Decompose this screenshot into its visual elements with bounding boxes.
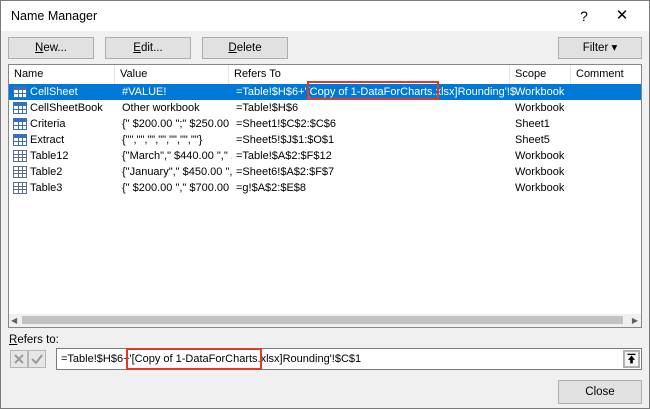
refers-to-input[interactable]: =Table!$H$6+'[Copy of 1-DataForCharts.xl… <box>56 348 642 370</box>
comment-cell <box>577 84 637 100</box>
column-header-value[interactable]: Value <box>115 65 229 85</box>
column-header-scope[interactable]: Scope <box>510 65 571 85</box>
refers-to-cell: =Sheet6!$A$2:$F$7 <box>236 166 335 178</box>
new-button[interactable]: New... <box>8 37 94 59</box>
comment-cell <box>577 148 637 164</box>
refers-to-label: Refers to: <box>9 334 59 346</box>
comment-cell <box>577 164 637 180</box>
refers-to-cell: =Table!$H$6+'[Copy of 1-DataForCharts.xl… <box>236 86 516 98</box>
table-row[interactable]: Table2 {"January"," $450.00 ",... =Sheet6!… <box>9 164 641 180</box>
value-cell: {"March"," $440.00 "," ... <box>122 150 232 162</box>
table-row[interactable]: Table3 {" $200.00 "," $700.00 ... =g!$A$2:… <box>9 180 641 196</box>
cancel-edit-icon[interactable] <box>10 350 28 368</box>
name-manager-dialog: Name Manager ? ✕ New... Edit... Delete F… <box>0 0 650 409</box>
table-icon <box>13 118 27 130</box>
list-header: Name Value Refers To Scope Comment <box>9 65 641 86</box>
edit-button-label: dit... <box>140 42 163 54</box>
scope-cell: Sheet1 <box>515 118 550 130</box>
value-cell: {" $200.00 "," $700.00 ... <box>122 182 232 194</box>
confirm-edit-icon[interactable] <box>28 350 46 368</box>
names-list[interactable]: Name Value Refers To Scope Comment CellS… <box>8 64 642 328</box>
scope-cell: Workbook <box>515 166 565 178</box>
scope-cell: Workbook <box>515 86 565 98</box>
table-row[interactable]: CellSheet #VALUE! =Table!$H$6+'[Copy of 1-… <box>9 84 641 100</box>
name-cell: Criteria <box>30 118 66 130</box>
name-cell: CellSheet <box>30 86 78 98</box>
value-cell: Other workbook <box>122 102 200 114</box>
title-bar: Name Manager ? ✕ <box>1 1 649 31</box>
value-cell: {" $200.00 ";" $250.00 ... <box>122 118 232 130</box>
window-title: Name Manager <box>11 9 98 23</box>
edit-button-accel: E <box>133 42 141 54</box>
delete-button-accel: D <box>228 42 237 54</box>
name-cell: Extract <box>30 134 65 146</box>
value-cell: #VALUE! <box>122 86 167 98</box>
grid-icon <box>13 182 27 194</box>
table-row[interactable]: Extract {"","","","","","",""} =Sheet5!$J$… <box>9 132 641 148</box>
scroll-right-icon[interactable]: ▶ <box>632 316 638 325</box>
close-window-button[interactable]: ✕ <box>609 5 635 27</box>
delete-button[interactable]: Delete <box>202 37 288 59</box>
grid-icon <box>13 150 27 162</box>
column-header-name[interactable]: Name <box>9 65 115 85</box>
scope-cell: Workbook <box>515 102 565 114</box>
filter-button[interactable]: Filter ▾ <box>558 37 642 59</box>
refers-to-cell: =Table!$A$2:$F$12 <box>236 150 332 162</box>
help-button[interactable]: ? <box>573 5 595 27</box>
refers-to-cell: =Sheet1!$C$2:$C$6 <box>236 118 336 130</box>
refers-to-cell: =Sheet5!$J$1:$O$1 <box>236 134 335 146</box>
filter-label: Filter <box>582 42 609 54</box>
scope-cell: Workbook <box>515 182 565 194</box>
collapse-dialog-icon[interactable] <box>623 350 640 368</box>
table-icon <box>13 134 27 146</box>
name-cell: Table3 <box>30 182 63 194</box>
table-row[interactable]: Table12 {"March"," $440.00 "," ... =Table!… <box>9 148 641 164</box>
comment-cell <box>577 180 637 196</box>
refers-to-cell: =g!$A$2:$E$8 <box>236 182 307 194</box>
comment-cell <box>577 100 637 116</box>
column-header-comment[interactable]: Comment <box>571 65 641 85</box>
name-cell: CellSheetBook <box>30 102 103 114</box>
name-cell: Table12 <box>30 150 69 162</box>
table-row[interactable]: CellSheetBook Other workbook =Table!$H$6 Wo… <box>9 100 641 116</box>
refers-to-label-text: efers to: <box>17 334 59 346</box>
scroll-left-icon[interactable]: ◀ <box>11 316 17 325</box>
comment-cell <box>577 116 637 132</box>
scrollbar-thumb[interactable] <box>22 316 623 324</box>
column-header-refers-to[interactable]: Refers To <box>229 65 510 85</box>
chevron-down-icon: ▾ <box>611 42 618 54</box>
refers-to-input-value: =Table!$H$6+'[Copy of 1-DataForCharts.xl… <box>61 353 362 365</box>
horizontal-scrollbar[interactable]: ◀ ▶ <box>8 314 642 328</box>
edit-button[interactable]: Edit... <box>105 37 191 59</box>
close-button[interactable]: Close <box>558 380 642 404</box>
grid-icon <box>13 166 27 178</box>
scope-cell: Workbook <box>515 150 565 162</box>
refers-to-cell: =Table!$H$6 <box>236 102 299 114</box>
value-cell: {"January"," $450.00 ",... <box>122 166 232 178</box>
table-icon <box>13 86 27 98</box>
delete-button-label: elete <box>236 42 262 54</box>
scope-cell: Sheet5 <box>515 134 550 146</box>
comment-cell <box>577 132 637 148</box>
value-cell: {"","","","","","",""} <box>122 134 203 146</box>
new-button-label: ew... <box>43 42 67 54</box>
table-icon <box>13 102 27 114</box>
name-cell: Table2 <box>30 166 63 178</box>
table-row[interactable]: Criteria {" $200.00 ";" $250.00 ... =Sheet… <box>9 116 641 132</box>
